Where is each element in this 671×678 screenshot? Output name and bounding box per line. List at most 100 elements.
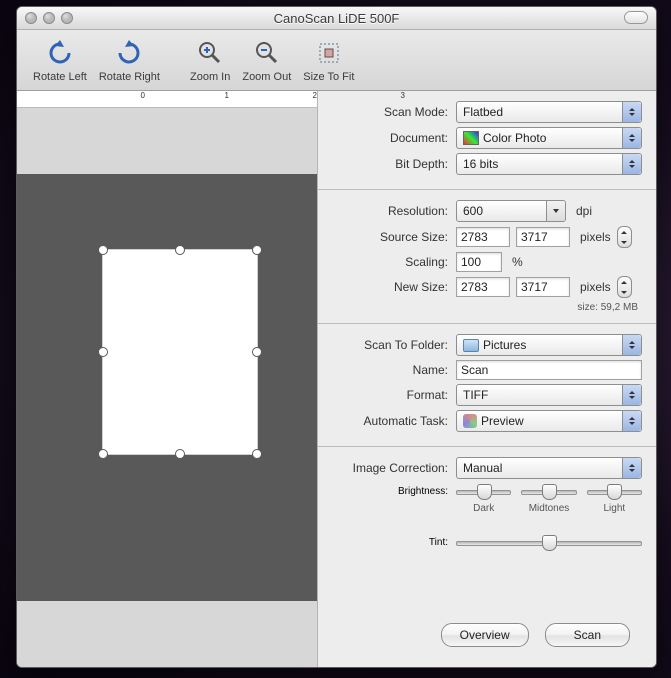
source-width-field[interactable] [456,227,510,247]
updown-icon [622,128,641,148]
overview-button[interactable]: Overview [441,623,529,647]
brightness-light-slider[interactable] [587,483,642,499]
updown-icon [622,411,641,431]
zoom-in-button[interactable]: Zoom In [184,38,236,83]
group-destination: Scan To Folder: Pictures Name: Format: T… [318,324,656,447]
rotate-right-button[interactable]: Rotate Right [93,38,166,83]
new-width-field[interactable] [456,277,510,297]
updown-icon [622,102,641,122]
new-height-field[interactable] [516,277,570,297]
minimize-window-button[interactable] [43,12,55,24]
rotate-right-label: Rotate Right [99,71,160,83]
handle-bl[interactable] [98,449,108,459]
close-window-button[interactable] [25,12,37,24]
format-label: Format: [326,388,456,402]
image-correction-select[interactable]: Manual [456,457,642,479]
handle-tr[interactable] [252,245,262,255]
preview-pane: 0 1 2 3 [17,91,318,667]
handle-ml[interactable] [98,347,108,357]
scaling-label: Scaling: [326,255,456,269]
updown-icon [622,335,641,355]
tint-label: Tint: [326,537,456,548]
scan-to-folder-select[interactable]: Pictures [456,334,642,356]
zoom-out-button[interactable]: Zoom Out [236,38,297,83]
scaling-field[interactable] [456,252,502,272]
updown-icon [622,385,641,405]
file-size-text: size: 59,2 MB [326,302,642,313]
scaling-unit: % [512,255,523,269]
document-select[interactable]: Color Photo [456,127,642,149]
size-to-fit-icon [314,38,344,68]
chevron-down-icon [546,201,565,221]
new-size-label: New Size: [326,280,456,294]
handle-mr[interactable] [252,347,262,357]
updown-icon [622,154,641,174]
scan-to-folder-label: Scan To Folder: [326,338,456,352]
name-field[interactable] [456,360,642,380]
name-label: Name: [326,363,456,377]
handle-br[interactable] [252,449,262,459]
bit-depth-label: Bit Depth: [326,157,456,171]
brightness-label: Brightness: [326,486,456,497]
source-size-label: Source Size: [326,230,456,244]
folder-icon [463,339,479,352]
resolution-unit: dpi [576,204,592,218]
handle-tl[interactable] [98,245,108,255]
traffic-lights [25,12,73,24]
rotate-left-label: Rotate Left [33,71,87,83]
zoom-in-label: Zoom In [190,71,230,83]
preview-margin-top [17,108,317,174]
scan-bed[interactable] [17,174,317,601]
scan-button[interactable]: Scan [545,623,630,647]
source-height-field[interactable] [516,227,570,247]
group-size: Resolution: 600 dpi Source Size: pixels [318,190,656,324]
group-source: Scan Mode: Flatbed Document: Color Photo… [318,91,656,190]
bit-depth-select[interactable]: 16 bits [456,153,642,175]
ruler: 0 1 2 3 [17,91,317,108]
toolbar: Rotate Left Rotate Right Zoom In Zoom Ou [17,30,656,91]
scan-selection[interactable] [103,250,257,454]
resolution-label: Resolution: [326,204,456,218]
toolbar-toggle-pill[interactable] [624,11,648,24]
preview-app-icon [463,414,477,428]
body: 0 1 2 3 [17,91,656,667]
new-unit-stepper[interactable] [617,276,632,298]
automatic-task-select[interactable]: Preview [456,410,642,432]
zoom-window-button[interactable] [61,12,73,24]
titlebar[interactable]: CanoScan LiDE 500F [17,7,656,30]
automatic-task-label: Automatic Task: [326,414,456,428]
preview-margin-bottom [17,601,317,667]
brightness-dark-slider[interactable] [456,483,511,499]
zoom-out-icon [252,38,282,68]
handle-tc[interactable] [175,245,185,255]
resolution-combo[interactable]: 600 [456,200,566,222]
rotate-left-icon [45,38,75,68]
source-unit: pixels [580,230,611,244]
window: CanoScan LiDE 500F Rotate Left Rotate Ri… [16,6,657,668]
color-photo-icon [463,131,479,145]
handle-bc[interactable] [175,449,185,459]
image-correction-label: Image Correction: [326,461,456,475]
scan-mode-select[interactable]: Flatbed [456,101,642,123]
format-select[interactable]: TIFF [456,384,642,406]
ruler-label-3: 3 [283,91,413,100]
rotate-left-button[interactable]: Rotate Left [27,38,93,83]
group-correction: Image Correction: Manual Brightness: [318,447,656,607]
rotate-right-icon [114,38,144,68]
document-label: Document: [326,131,456,145]
settings-panel: Scan Mode: Flatbed Document: Color Photo… [318,91,656,667]
tint-slider[interactable] [456,534,642,550]
size-to-fit-label: Size To Fit [303,71,354,83]
zoom-in-icon [195,38,225,68]
source-unit-stepper[interactable] [617,226,632,248]
brightness-midtones-slider[interactable] [521,483,576,499]
brightness-tags: Dark Midtones Light [456,503,642,514]
footer: Overview Scan [318,607,656,667]
size-to-fit-button[interactable]: Size To Fit [297,38,360,83]
scan-mode-label: Scan Mode: [326,105,456,119]
zoom-out-label: Zoom Out [242,71,291,83]
new-unit: pixels [580,280,611,294]
updown-icon [622,458,641,478]
window-title: CanoScan LiDE 500F [17,11,656,26]
desktop: CanoScan LiDE 500F Rotate Left Rotate Ri… [0,0,671,678]
